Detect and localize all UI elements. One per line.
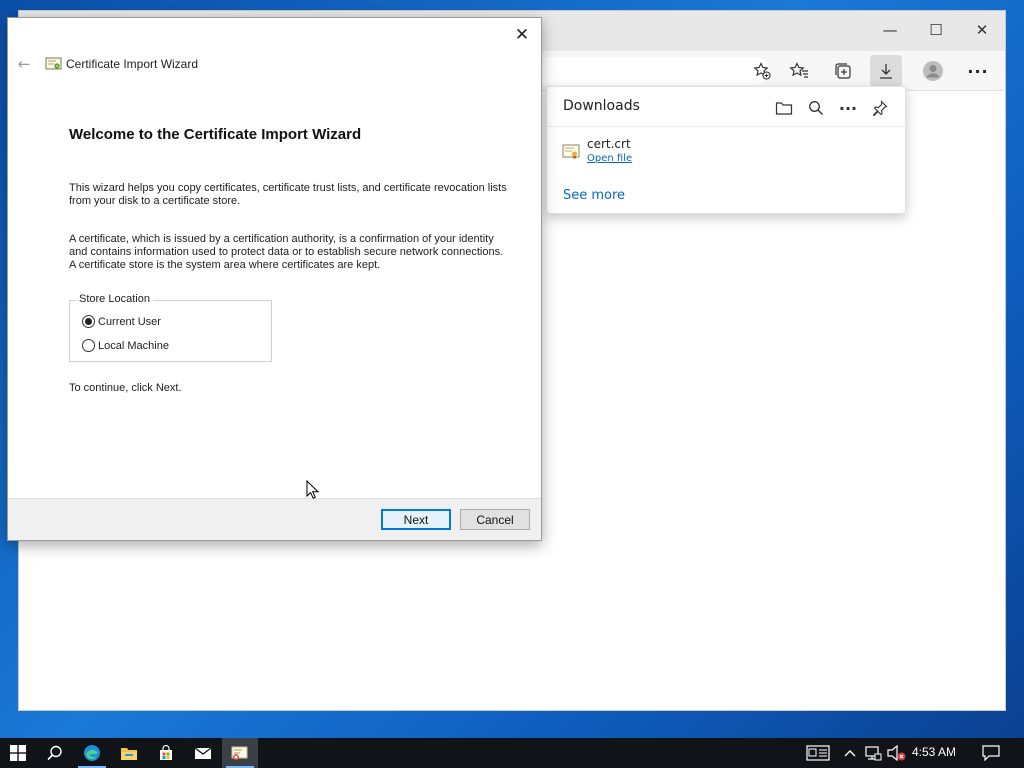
certificate-icon [45,56,63,72]
certificate-wizard-taskbar-icon[interactable] [222,738,258,768]
windows-start-icon[interactable] [0,738,36,768]
download-icon[interactable] [870,55,902,87]
pin-icon[interactable] [867,95,893,121]
wizard-footer: Next Cancel [8,498,541,540]
search-icon[interactable] [803,95,829,121]
more-options-icon[interactable]: ··· [835,95,861,121]
taskbar: 4:53 AM [0,738,1024,768]
maximize-button[interactable]: ☐ [913,15,959,45]
notifications-icon[interactable] [982,738,1000,768]
radio-label: Local Machine [98,339,169,352]
mail-icon[interactable] [185,738,221,768]
radio-button-selected[interactable] [82,315,95,328]
back-arrow-icon[interactable]: ← [14,55,34,73]
minimize-button[interactable]: — [867,15,913,45]
certificate-file-icon [562,144,580,160]
open-file-link[interactable]: Open file [587,153,632,164]
continue-instruction: To continue, click Next. [69,382,182,394]
store-location-group: Store Location Current User Local Machin… [69,293,272,362]
radio-button[interactable] [82,339,95,352]
certificate-description: A certificate, which is issued by a cert… [69,233,504,271]
certificate-import-wizard: ✕ ← Certificate Import Wizard Welcome to… [7,17,542,541]
store-location-legend: Store Location [76,293,153,305]
intro-paragraph: This wizard helps you copy certificates,… [69,182,507,207]
favorites-icon[interactable] [783,55,815,87]
cancel-button[interactable]: Cancel [460,509,530,530]
profile-icon[interactable] [917,55,949,87]
search-icon[interactable] [37,738,73,768]
star-plus-icon[interactable] [749,58,775,84]
store-icon[interactable] [148,738,184,768]
see-more-link[interactable]: See more [563,188,625,203]
close-icon[interactable]: ✕ [509,22,535,48]
wizard-title: Certificate Import Wizard [66,57,199,71]
edge-icon[interactable] [74,738,110,768]
radio-label: Current User [98,315,161,328]
downloads-title: Downloads [563,98,640,114]
network-icon[interactable] [864,738,882,768]
mouse-cursor-icon [306,479,320,500]
more-icon[interactable]: ··· [962,55,994,87]
close-window-button[interactable]: ✕ [959,15,1005,45]
radio-current-user[interactable]: Current User [82,315,161,328]
volume-muted-icon[interactable] [887,738,907,768]
clock[interactable]: 4:53 AM [912,745,956,759]
next-button[interactable]: Next [381,509,451,530]
download-file-name[interactable]: cert.crt [587,137,631,151]
folder-icon[interactable] [771,95,797,121]
page-heading: Welcome to the Certificate Import Wizard [69,126,362,143]
downloads-panel: Downloads ··· cert.crt Open file See mor… [546,86,906,214]
divider [547,126,905,127]
file-explorer-icon[interactable] [111,738,147,768]
radio-local-machine[interactable]: Local Machine [82,339,169,352]
chevron-up-icon[interactable] [843,738,857,768]
collections-icon[interactable] [827,55,859,87]
input-indicator-icon[interactable] [806,738,830,768]
